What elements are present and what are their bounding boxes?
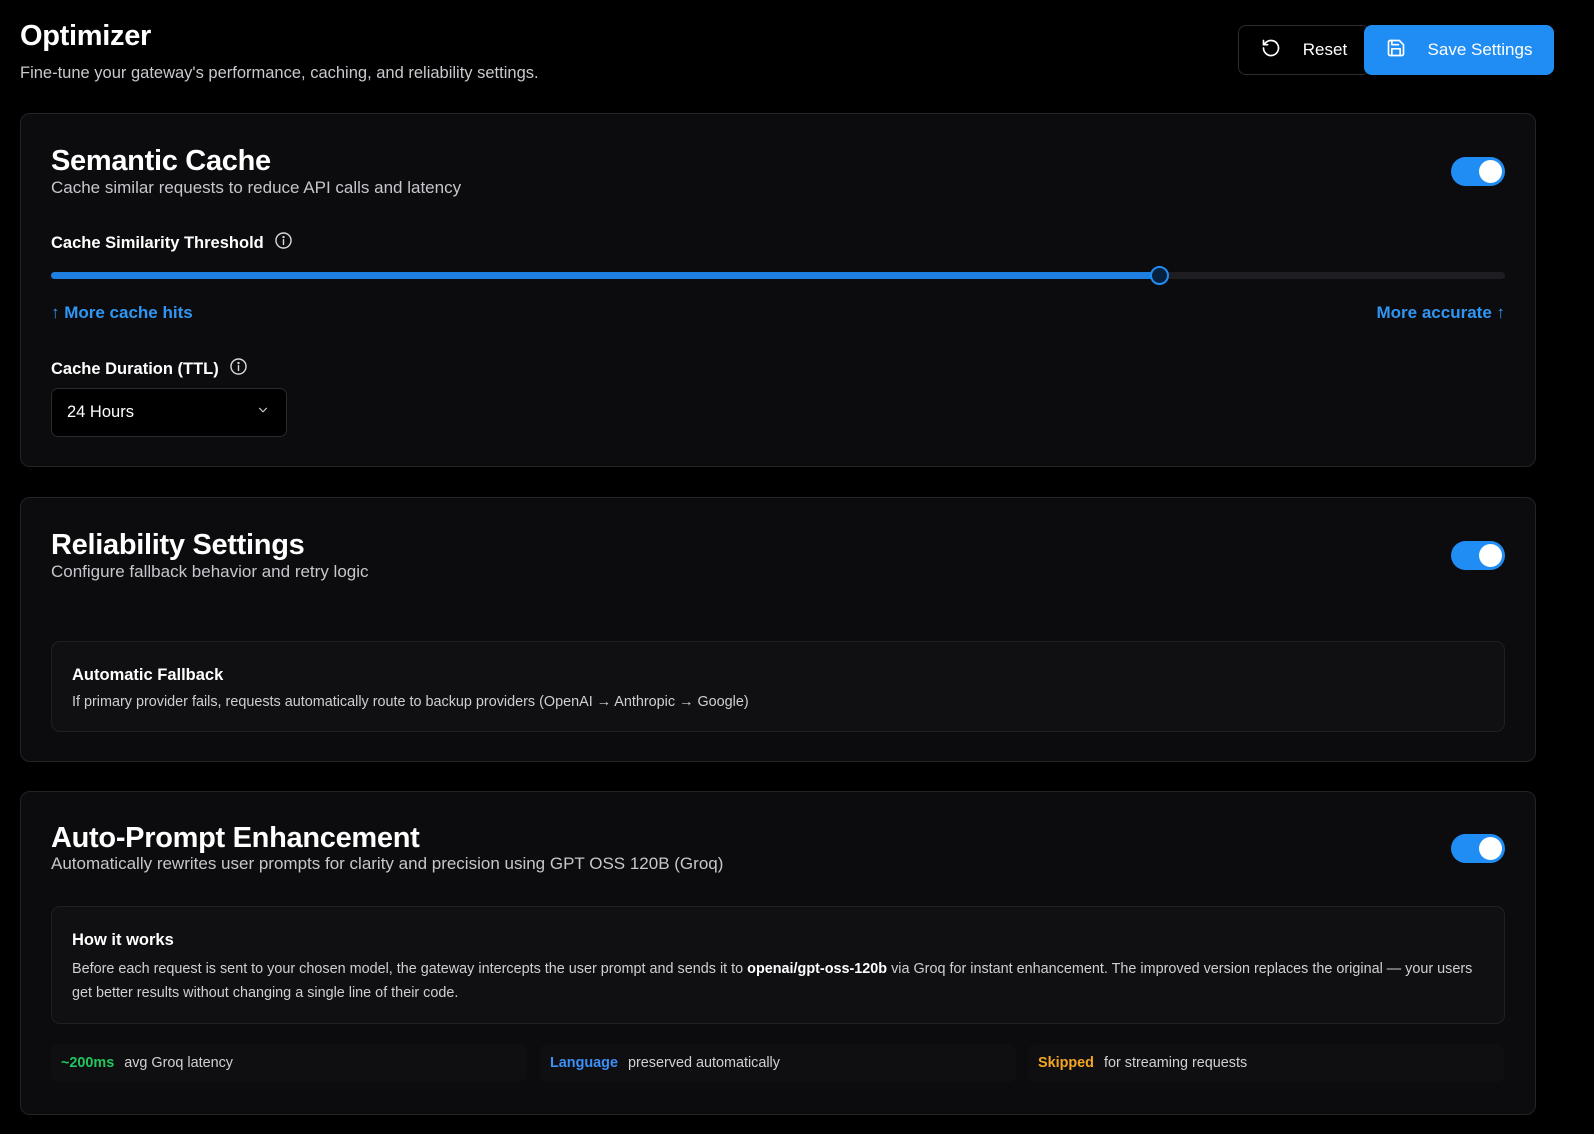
model-name: openai/gpt-oss-120b <box>747 961 888 977</box>
auto-prompt-title: Auto-Prompt Enhancement <box>51 822 420 854</box>
semantic-cache-toggle[interactable] <box>1451 157 1505 186</box>
automatic-fallback-text: If primary provider fails, requests auto… <box>72 694 749 710</box>
auto-prompt-toggle[interactable] <box>1451 834 1505 863</box>
stat-streaming-text: for streaming requests <box>1103 1055 1248 1071</box>
reliability-title: Reliability Settings <box>51 529 305 561</box>
info-icon[interactable] <box>274 231 293 255</box>
semantic-cache-description: Cache similar requests to reduce API cal… <box>51 178 462 197</box>
semantic-cache-title: Semantic Cache <box>51 145 271 177</box>
semantic-cache-card: Semantic Cache Cache similar requests to… <box>20 113 1536 467</box>
save-settings-button[interactable]: Save Settings <box>1364 25 1554 75</box>
how-it-works-title: How it works <box>72 931 174 949</box>
automatic-fallback-title: Automatic Fallback <box>72 666 224 684</box>
toggle-knob <box>1479 544 1502 567</box>
reset-label: Reset <box>1302 40 1348 59</box>
stat-language: Language preserved automatically <box>540 1044 1016 1082</box>
ttl-select-value: 24 Hours <box>67 403 134 421</box>
slider-fill <box>51 272 1159 279</box>
toggle-knob <box>1479 837 1502 860</box>
stat-language-text: preserved automatically <box>627 1055 780 1071</box>
slider-thumb[interactable] <box>1149 266 1169 285</box>
stat-latency: ~200ms avg Groq latency <box>51 1044 527 1082</box>
how-it-works-box: How it works Before each request is sent… <box>51 906 1505 1024</box>
ttl-label: Cache Duration (TTL) <box>51 357 248 381</box>
stat-streaming: Skipped for streaming requests <box>1028 1044 1504 1082</box>
ttl-text: Cache Duration (TTL) <box>51 359 219 378</box>
stat-latency-highlight: ~200ms <box>61 1055 115 1071</box>
automatic-fallback-box: Automatic Fallback If primary provider f… <box>51 641 1505 732</box>
auto-prompt-card: Auto-Prompt Enhancement Automatically re… <box>20 791 1536 1115</box>
reliability-description: Configure fallback behavior and retry lo… <box>51 562 369 581</box>
chevron-down-icon <box>256 403 270 422</box>
how-it-works-text: Before each request is sent to your chos… <box>72 957 1474 1005</box>
reliability-card: Reliability Settings Configure fallback … <box>20 497 1536 762</box>
stat-streaming-highlight: Skipped <box>1038 1055 1094 1071</box>
stat-language-highlight: Language <box>550 1055 618 1071</box>
save-icon <box>1386 38 1406 63</box>
reliability-toggle[interactable] <box>1451 541 1505 570</box>
reset-icon <box>1261 38 1281 63</box>
auto-prompt-description: Automatically rewrites user prompts for … <box>51 854 724 873</box>
how-text-before: Before each request is sent to your chos… <box>72 961 748 977</box>
stat-latency-text: avg Groq latency <box>124 1055 234 1071</box>
hint-more-cache-hits: ↑ More cache hits <box>51 303 193 322</box>
toggle-knob <box>1479 160 1502 183</box>
page-title: Optimizer <box>20 20 152 52</box>
hint-more-accurate: More accurate ↑ <box>1376 303 1506 322</box>
page-subtitle: Fine-tune your gateway's performance, ca… <box>20 64 539 82</box>
ttl-select[interactable]: 24 Hours <box>51 388 287 437</box>
similarity-threshold-label: Cache Similarity Threshold <box>51 231 293 255</box>
page-header: Optimizer Fine-tune your gateway's perfo… <box>20 20 1554 90</box>
info-icon[interactable] <box>229 357 248 381</box>
reset-button[interactable]: Reset <box>1238 25 1370 75</box>
similarity-threshold-slider[interactable] <box>51 266 1505 285</box>
save-settings-label: Save Settings <box>1427 40 1533 59</box>
similarity-threshold-text: Cache Similarity Threshold <box>51 233 264 252</box>
